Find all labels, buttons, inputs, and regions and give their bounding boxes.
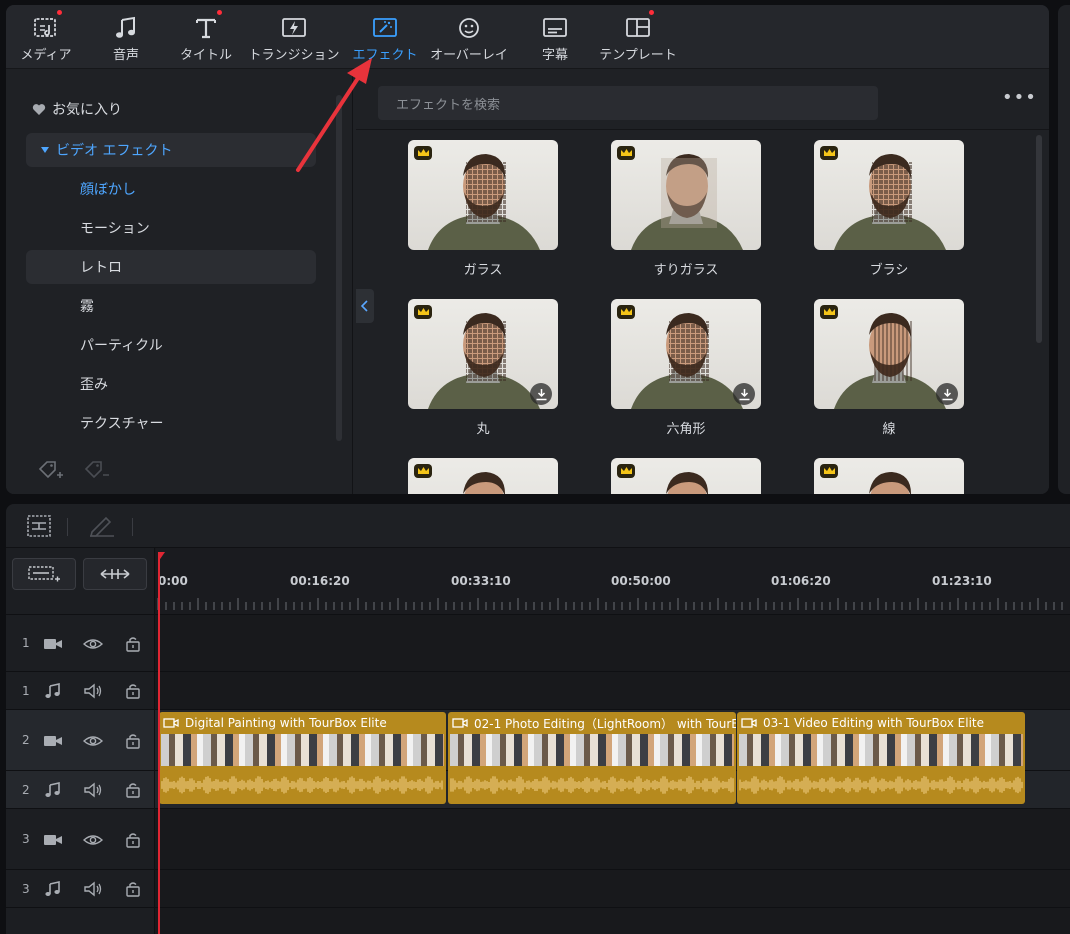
ruler-label: 01:06:20: [771, 574, 831, 588]
lock-toggle[interactable]: [122, 781, 144, 799]
music-note-icon: [42, 781, 64, 799]
video-track-row: 1: [6, 614, 1070, 672]
video-camera-icon: [44, 639, 62, 649]
visibility-toggle[interactable]: [82, 831, 104, 849]
video-camera-icon: [42, 831, 64, 849]
track-header: 3: [6, 809, 155, 869]
video-clip-icon: [741, 718, 757, 728]
lock-toggle[interactable]: [122, 732, 144, 750]
music-note-icon: [42, 880, 64, 898]
lock-icon: [126, 684, 140, 699]
track-header: 2: [6, 771, 155, 808]
add-track-icon: [28, 566, 60, 582]
track-number: 1: [22, 683, 30, 698]
speaker-icon: [84, 683, 102, 699]
ruler-label: 00:50:00: [611, 574, 671, 588]
fit-timeline-button[interactable]: [83, 558, 147, 590]
speaker-icon: [84, 881, 102, 897]
track-number: 3: [22, 832, 30, 846]
eye-icon: [83, 835, 103, 845]
timeline-toolbar: [6, 504, 1070, 548]
audio-waveform: [161, 776, 443, 794]
ruler-label: 00:16:20: [290, 574, 350, 588]
timeline-clip[interactable]: 03-1 Video Editing with TourBox Elite: [737, 712, 1025, 804]
visibility-toggle[interactable]: [82, 732, 104, 750]
timeline-clip[interactable]: 02-1 Photo Editing（LightRoom） with TourB…: [448, 712, 736, 804]
lock-icon: [126, 637, 140, 652]
visibility-toggle[interactable]: [82, 635, 104, 653]
toolbar-separator: [67, 518, 68, 536]
clip-title-text: Digital Painting with TourBox Elite: [185, 716, 387, 730]
video-clip-icon: [163, 718, 179, 728]
video-camera-icon: [44, 736, 62, 746]
lock-toggle[interactable]: [122, 831, 144, 849]
speaker-icon: [84, 782, 102, 798]
lock-icon: [126, 734, 140, 749]
eye-icon: [83, 639, 103, 649]
music-note-icon: [45, 683, 60, 698]
track-header: 2: [6, 710, 155, 770]
lock-toggle[interactable]: [122, 880, 144, 898]
lock-toggle[interactable]: [122, 635, 144, 653]
eye-icon: [83, 736, 103, 746]
clip-title: 03-1 Video Editing with TourBox Elite: [741, 714, 984, 732]
ruler-label: 01:23:10: [932, 574, 992, 588]
add-track-button[interactable]: [12, 558, 76, 590]
mute-toggle[interactable]: [82, 880, 104, 898]
track-number: 1: [22, 636, 30, 650]
track-number: 2: [22, 733, 30, 747]
track-header: 1: [6, 615, 155, 671]
clip-title-text: 03-1 Video Editing with TourBox Elite: [763, 716, 984, 730]
video-clip-icon: [452, 718, 468, 728]
mute-toggle[interactable]: [82, 682, 104, 700]
edit-pen-icon[interactable]: [86, 514, 116, 538]
playhead-handle[interactable]: [158, 552, 165, 562]
music-note-icon: [42, 682, 64, 700]
audio-track-row: 1: [6, 672, 1070, 710]
fit-width-icon: [100, 569, 130, 579]
playhead[interactable]: [158, 552, 160, 934]
audio-waveform: [450, 776, 734, 794]
ruler-label: 00:33:10: [451, 574, 511, 588]
lock-icon: [126, 882, 140, 897]
timeline-panel: 0:00 00:16:20 00:33:10 00:50:00 01:06:20…: [6, 504, 1070, 934]
clip-thumbnails: [450, 734, 734, 766]
video-camera-icon: [42, 635, 64, 653]
track-number: 2: [22, 782, 30, 797]
video-camera-icon: [44, 835, 62, 845]
ruler-label: 0:00: [158, 574, 188, 588]
clip-title: Digital Painting with TourBox Elite: [163, 714, 387, 732]
video-camera-icon: [42, 732, 64, 750]
music-note-icon: [45, 881, 60, 896]
lock-toggle[interactable]: [122, 682, 144, 700]
clip-thumbnails: [739, 734, 1023, 766]
lock-icon: [126, 783, 140, 798]
track-header: 3: [6, 870, 155, 907]
clip-thumbnails: [161, 734, 444, 766]
lock-icon: [126, 833, 140, 848]
toolbar-separator: [132, 518, 133, 536]
music-note-icon: [45, 782, 60, 797]
layout-icon[interactable]: [26, 514, 52, 538]
clip-title: 02-1 Photo Editing（LightRoom） with TourB…: [452, 714, 736, 732]
timeline-clip[interactable]: Digital Painting with TourBox Elite: [159, 712, 446, 804]
audio-waveform: [739, 776, 1023, 794]
track-number: 3: [22, 881, 30, 896]
track-header: 1: [6, 672, 155, 709]
mute-toggle[interactable]: [82, 781, 104, 799]
audio-track-row: 3: [6, 870, 1070, 908]
timeline-ruler[interactable]: 0:00 00:16:20 00:33:10 00:50:00 01:06:20…: [156, 548, 1070, 614]
clip-title-text: 02-1 Photo Editing（LightRoom） with TourB…: [474, 716, 736, 731]
video-track-row: 3: [6, 809, 1070, 870]
